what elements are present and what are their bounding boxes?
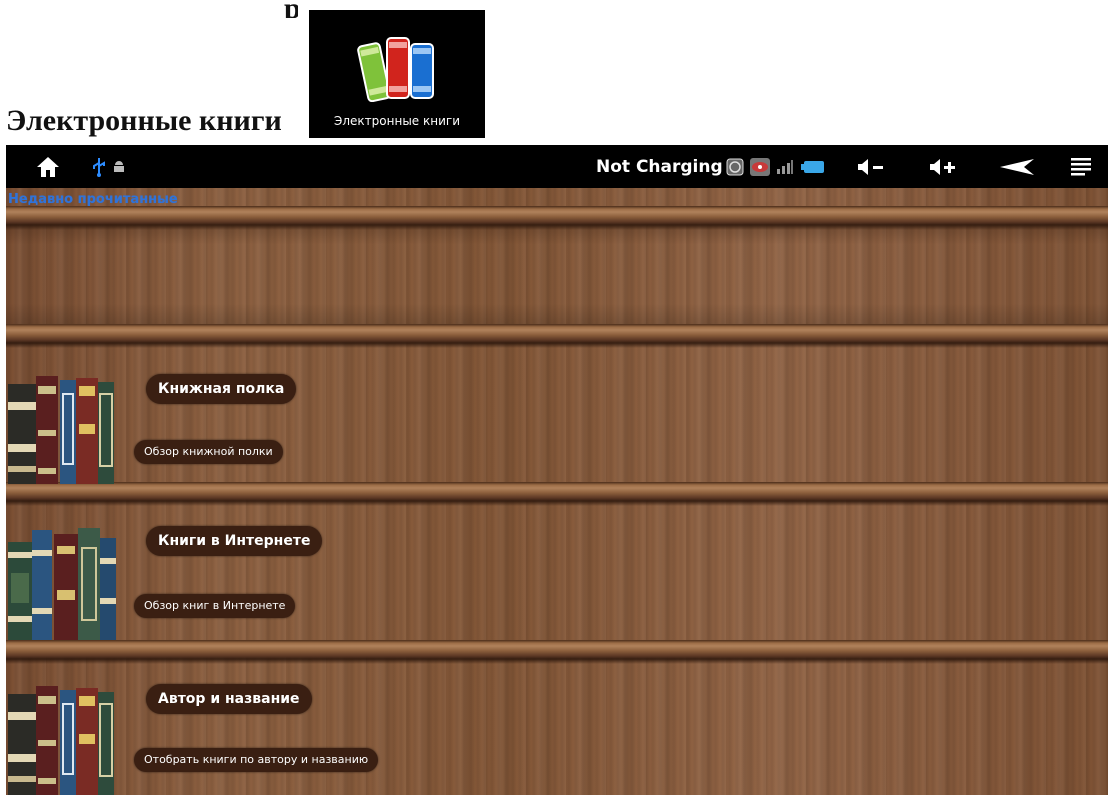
document-heading: Электронные книги	[6, 104, 282, 137]
battery-icon	[800, 145, 826, 188]
clipped-heading-fragment: р	[284, 0, 298, 18]
menu-icon[interactable]	[1066, 145, 1096, 188]
android-debug-icon	[110, 145, 128, 188]
back-icon[interactable]	[994, 145, 1038, 188]
cast-icon	[724, 145, 746, 188]
recent-shelf-empty-area	[6, 224, 1108, 332]
recently-read-label: Недавно прочитанные	[8, 192, 178, 207]
author-title-books-icon[interactable]	[8, 682, 118, 795]
eye-icon	[748, 145, 772, 188]
shelf-title-online-books[interactable]: Книги в Интернете	[146, 526, 323, 556]
status-bar: Not Charging	[6, 145, 1108, 188]
shelf-subtitle-author-title[interactable]: Отобрать книги по автору и названию	[134, 748, 379, 772]
bookshelf: Недавно прочитанные Книжная полка Обзор …	[6, 188, 1108, 795]
home-icon[interactable]	[30, 145, 66, 188]
shelf-plank	[6, 324, 1108, 348]
online-books-icon[interactable]	[8, 528, 118, 644]
shelf-plank	[6, 482, 1108, 506]
shelf-subtitle-bookshelf[interactable]: Обзор книжной полки	[134, 440, 283, 464]
usb-icon	[90, 145, 108, 188]
shelf-plank	[6, 640, 1108, 664]
books-app-icon	[357, 37, 434, 102]
shelf-title-bookshelf[interactable]: Книжная полка	[146, 374, 297, 404]
signal-icon	[774, 145, 796, 188]
volume-up-icon[interactable]	[926, 145, 960, 188]
shelf-subtitle-online-books[interactable]: Обзор книг в Интернете	[134, 594, 296, 618]
app-tile-label: Электронные книги	[334, 114, 460, 128]
bookshelf-books-icon[interactable]	[8, 374, 118, 488]
shelf-title-author-title[interactable]: Автор и название	[146, 684, 312, 714]
volume-down-icon[interactable]	[854, 145, 888, 188]
app-launcher-tile[interactable]: Электронные книги	[309, 10, 485, 138]
charging-status-text: Not Charging	[596, 156, 723, 177]
